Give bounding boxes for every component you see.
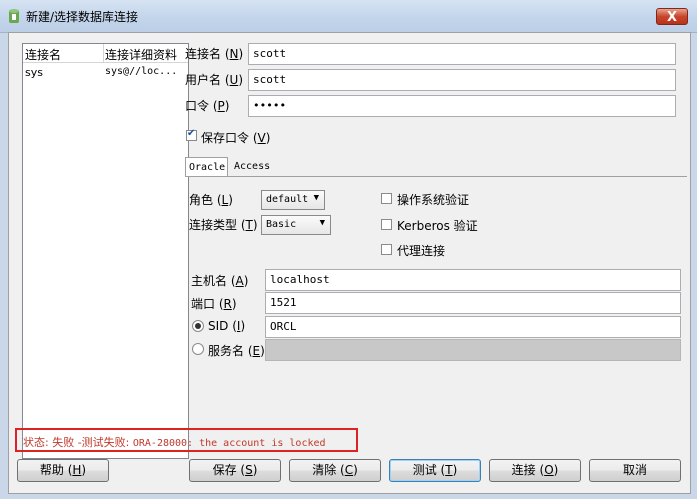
sid-label: SID (I) bbox=[208, 319, 246, 333]
sid-input[interactable]: ORCL bbox=[265, 316, 681, 338]
password-label: 口令 (P) bbox=[185, 99, 230, 113]
conn-name-label: 连接名 (N) bbox=[185, 47, 244, 61]
connection-detail: sys@//loc... bbox=[105, 66, 178, 77]
sql-developer-icon bbox=[9, 9, 19, 23]
dropdown-arrow-icon: ▼ bbox=[313, 193, 319, 203]
username-input[interactable]: scott bbox=[248, 69, 676, 91]
tab-access[interactable]: Access bbox=[231, 157, 279, 177]
host-input[interactable]: localhost bbox=[265, 269, 681, 291]
connect-button[interactable]: 连接 (O) bbox=[489, 459, 581, 482]
role-label: 角色 (L) bbox=[189, 193, 233, 207]
sid-radio[interactable] bbox=[192, 320, 204, 332]
column-header-detail[interactable]: 连接详细资料 bbox=[105, 46, 177, 63]
port-label: 端口 (R) bbox=[191, 297, 237, 311]
column-separator bbox=[103, 44, 104, 62]
connection-list[interactable]: 连接名 连接详细资料 sys sys@//loc... bbox=[22, 43, 189, 459]
proxy-checkbox[interactable] bbox=[381, 244, 392, 255]
connection-name: sys bbox=[25, 66, 43, 79]
service-name-radio[interactable] bbox=[192, 343, 204, 355]
tab-oracle[interactable]: Oracle bbox=[185, 157, 228, 177]
service-name-label: 服务名 (E) bbox=[208, 344, 265, 358]
conn-type-value: Basic bbox=[266, 219, 297, 230]
save-password-label: 保存口令 (V) bbox=[201, 131, 271, 145]
role-select[interactable]: default ▼ bbox=[261, 190, 325, 210]
kerberos-checkbox[interactable] bbox=[381, 219, 392, 230]
kerberos-label: Kerberos 验证 bbox=[397, 219, 478, 233]
host-label: 主机名 (A) bbox=[191, 274, 249, 288]
list-header: 连接名 连接详细资料 bbox=[23, 44, 188, 63]
password-input[interactable]: ••••• bbox=[248, 95, 676, 117]
test-button[interactable]: 测试 (T) bbox=[389, 459, 481, 482]
save-button[interactable]: 保存 (S) bbox=[189, 459, 281, 482]
status-box: 状态: 失败 -测试失败: ORA-28000: the account is … bbox=[15, 428, 358, 452]
os-auth-label: 操作系统验证 bbox=[397, 193, 470, 207]
tab-panel-border bbox=[185, 176, 687, 177]
title-bar: 新建/选择数据库连接 X bbox=[0, 0, 697, 33]
username-label: 用户名 (U) bbox=[185, 73, 243, 87]
save-password-checkbox[interactable] bbox=[186, 128, 197, 141]
connection-dialog: 连接名 连接详细资料 sys sys@//loc... 连接名 (N) scot… bbox=[8, 32, 691, 494]
dropdown-arrow-icon: ▼ bbox=[319, 218, 325, 228]
clear-button[interactable]: 清除 (C) bbox=[289, 459, 381, 482]
conn-type-label: 连接类型 (T) bbox=[189, 218, 258, 232]
list-item[interactable]: sys sys@//loc... bbox=[23, 65, 188, 81]
cancel-button[interactable]: 取消 bbox=[589, 459, 681, 482]
proxy-label: 代理连接 bbox=[397, 244, 446, 258]
conn-name-input[interactable]: scott bbox=[248, 43, 676, 65]
close-button[interactable]: X bbox=[656, 8, 688, 25]
window-title: 新建/选择数据库连接 bbox=[26, 10, 139, 24]
status-message: 状态: 失败 -测试失败: ORA-28000: the account is … bbox=[23, 436, 326, 449]
help-button[interactable]: 帮助 (H) bbox=[17, 459, 109, 482]
conn-type-select[interactable]: Basic ▼ bbox=[261, 215, 331, 235]
role-value: default bbox=[266, 194, 309, 205]
service-name-input bbox=[265, 339, 681, 361]
os-auth-checkbox[interactable] bbox=[381, 193, 392, 204]
column-header-name[interactable]: 连接名 bbox=[25, 46, 61, 63]
port-input[interactable]: 1521 bbox=[265, 292, 681, 314]
